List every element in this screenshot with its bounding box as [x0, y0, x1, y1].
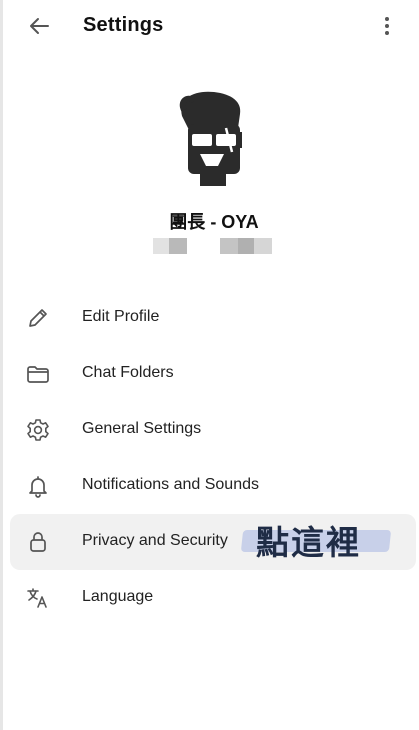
menu-item-general-settings[interactable]: General Settings	[10, 402, 416, 458]
avatar-cartoon-icon	[179, 91, 242, 186]
folder-icon	[27, 366, 49, 383]
profile-name: 團長 - OYA	[169, 212, 259, 232]
menu-item-chat-folders[interactable]: Chat Folders	[10, 346, 416, 402]
avatar[interactable]	[174, 88, 250, 188]
bell-icon	[29, 476, 47, 498]
header-bar: Settings	[0, 0, 419, 54]
pencil-icon	[29, 309, 47, 327]
arrow-left-icon	[30, 18, 49, 34]
menu-item-edit-profile[interactable]: Edit Profile	[10, 290, 416, 346]
more-vertical-icon	[385, 17, 389, 35]
gear-icon	[27, 419, 49, 441]
menu-item-label: Language	[82, 588, 154, 605]
menu-item-label: Notifications and Sounds	[82, 476, 259, 493]
translate-icon	[27, 588, 47, 608]
annotation-text: 點這裡	[256, 523, 361, 562]
menu-item-label: Chat Folders	[82, 364, 174, 381]
redacted-phone-number	[0, 238, 419, 254]
page-title: Settings	[83, 14, 164, 36]
annotation-click-here: 點這裡	[236, 512, 396, 562]
menu-item-label: Edit Profile	[82, 308, 160, 325]
menu-item-label: General Settings	[82, 420, 202, 437]
more-options-button[interactable]	[377, 14, 397, 38]
menu-item-notifications[interactable]: Notifications and Sounds	[10, 458, 416, 514]
menu-item-language[interactable]: Language	[10, 570, 416, 626]
lock-icon	[30, 532, 46, 552]
back-button[interactable]	[24, 13, 54, 39]
window-left-border	[0, 0, 3, 730]
menu-item-label: Privacy and Security	[82, 532, 228, 549]
